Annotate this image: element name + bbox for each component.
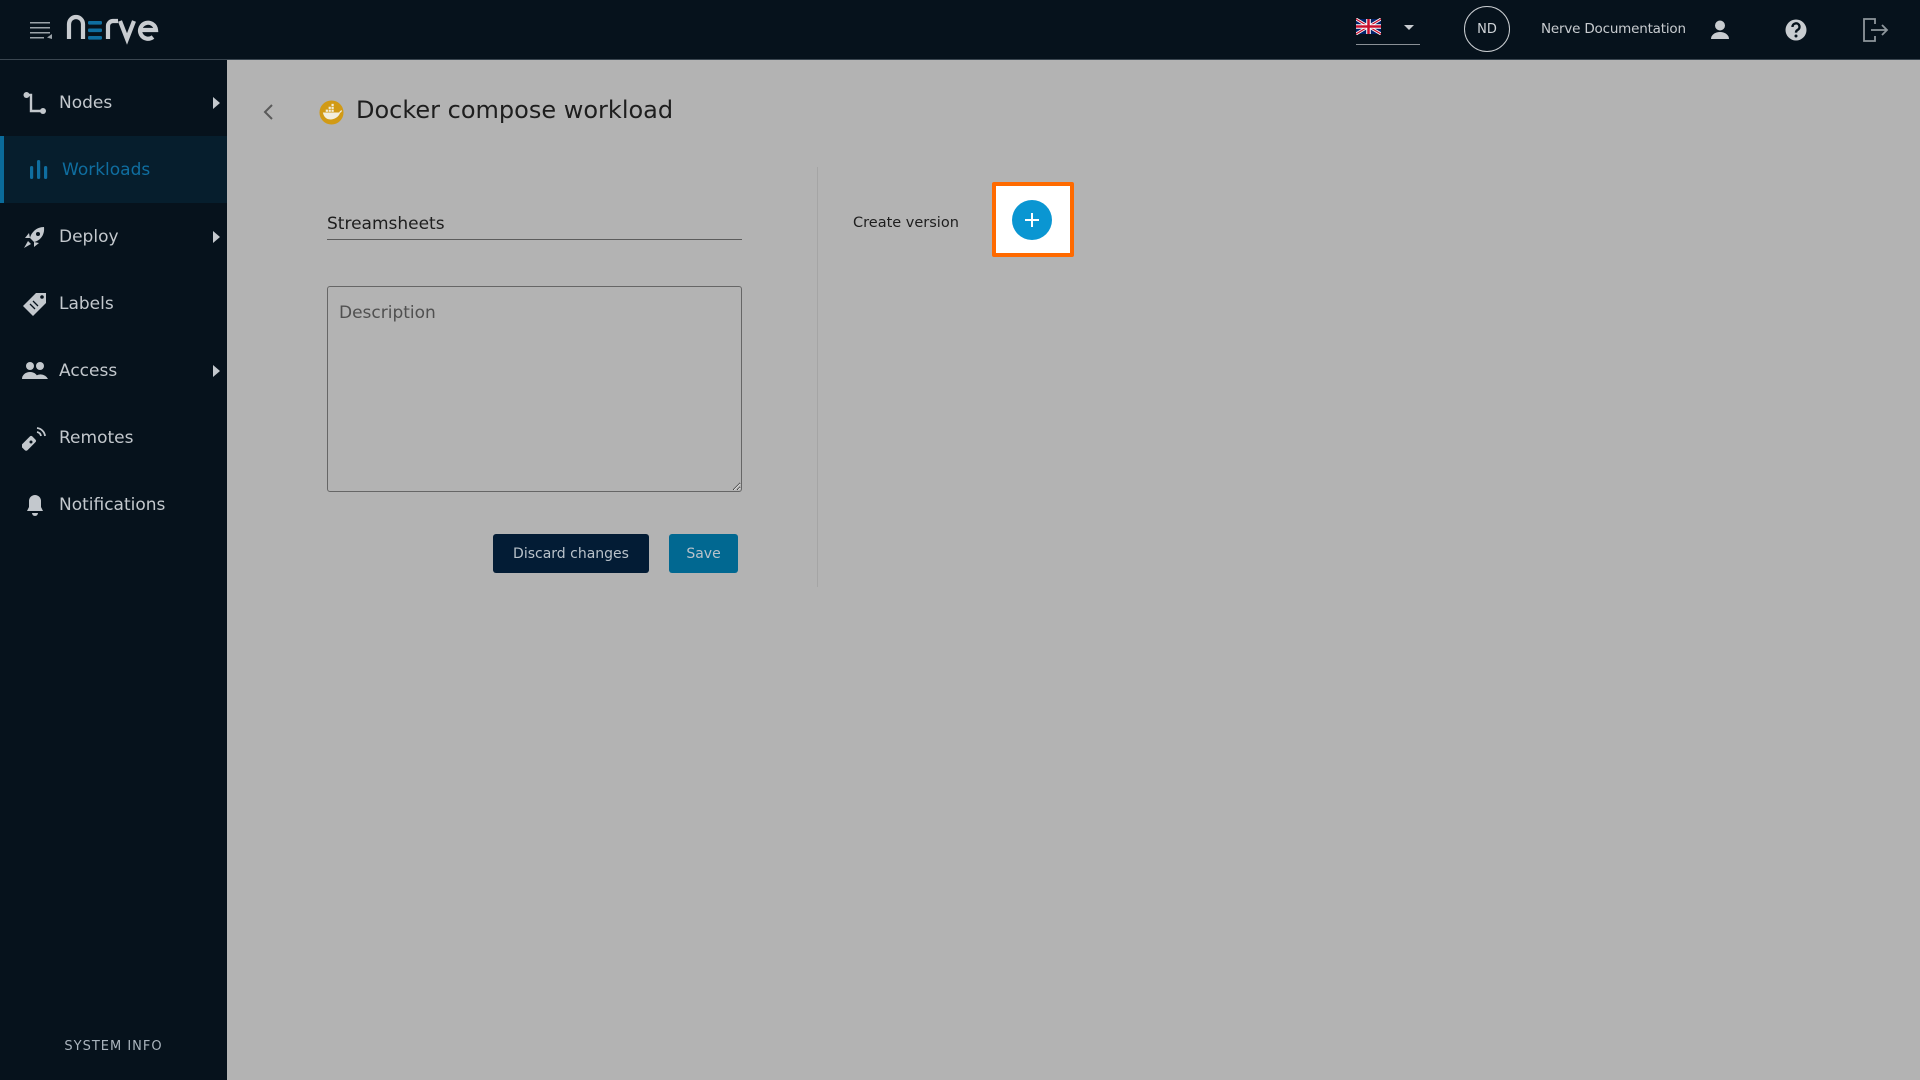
sidebar-item-deploy[interactable]: Deploy <box>0 203 227 270</box>
language-selector[interactable] <box>1356 14 1420 45</box>
sidebar-item-workloads[interactable]: Workloads <box>0 136 227 203</box>
create-version-label: Create version <box>853 215 959 231</box>
chevron-right-icon <box>213 230 220 243</box>
description-textarea[interactable] <box>327 286 742 492</box>
username: Nerve Documentation <box>1541 21 1686 37</box>
sidebar-item-labels[interactable]: Labels <box>0 270 227 337</box>
sidebar-item-access[interactable]: Access <box>0 337 227 404</box>
chevron-down-icon <box>1404 25 1414 30</box>
sidebar-item-label: Workloads <box>62 159 151 180</box>
save-button[interactable]: Save <box>669 534 738 573</box>
chevron-right-icon <box>213 364 220 377</box>
users-icon <box>22 361 48 379</box>
sidebar-item-notifications[interactable]: Notifications <box>0 471 227 538</box>
tag-icon <box>23 292 46 316</box>
sidebar-item-label: Remotes <box>59 427 134 448</box>
logout-icon[interactable] <box>1862 17 1890 43</box>
workload-name-input[interactable] <box>327 208 742 240</box>
avatar[interactable]: ND <box>1464 6 1510 52</box>
system-info-link[interactable]: SYSTEM INFO <box>0 1039 227 1054</box>
sidebar-item-label: Deploy <box>59 226 119 247</box>
back-arrow-icon[interactable] <box>262 100 276 124</box>
nodes-icon <box>23 91 46 114</box>
vertical-divider <box>817 167 818 587</box>
help-icon[interactable] <box>1783 17 1809 43</box>
plus-icon <box>1025 213 1039 227</box>
create-version-button[interactable] <box>1012 200 1052 240</box>
rocket-icon <box>24 226 45 248</box>
uk-flag-icon <box>1356 18 1381 35</box>
avatar-initials: ND <box>1477 21 1497 37</box>
sidebar-item-label: Labels <box>59 293 114 314</box>
top-header: ND Nerve Documentation <box>0 0 1920 60</box>
sidebar-item-label: Nodes <box>59 92 113 113</box>
sidebar-item-label: Access <box>59 360 118 381</box>
bell-icon <box>27 494 43 516</box>
sidebar-item-remotes[interactable]: Remotes <box>0 404 227 471</box>
docker-icon <box>319 100 344 125</box>
sidebar-item-nodes[interactable]: Nodes <box>0 69 227 136</box>
workloads-icon <box>30 159 48 179</box>
user-icon[interactable] <box>1707 17 1733 43</box>
menu-icon[interactable] <box>30 21 52 39</box>
discard-changes-button[interactable]: Discard changes <box>493 534 649 573</box>
chevron-right-icon <box>213 96 220 109</box>
page-title: Docker compose workload <box>356 96 674 124</box>
remote-icon <box>22 426 46 451</box>
sidebar: Nodes Workloads Deploy Labels Access Rem… <box>0 60 227 1080</box>
sidebar-item-label: Notifications <box>59 494 166 515</box>
nerve-logo <box>66 14 159 45</box>
